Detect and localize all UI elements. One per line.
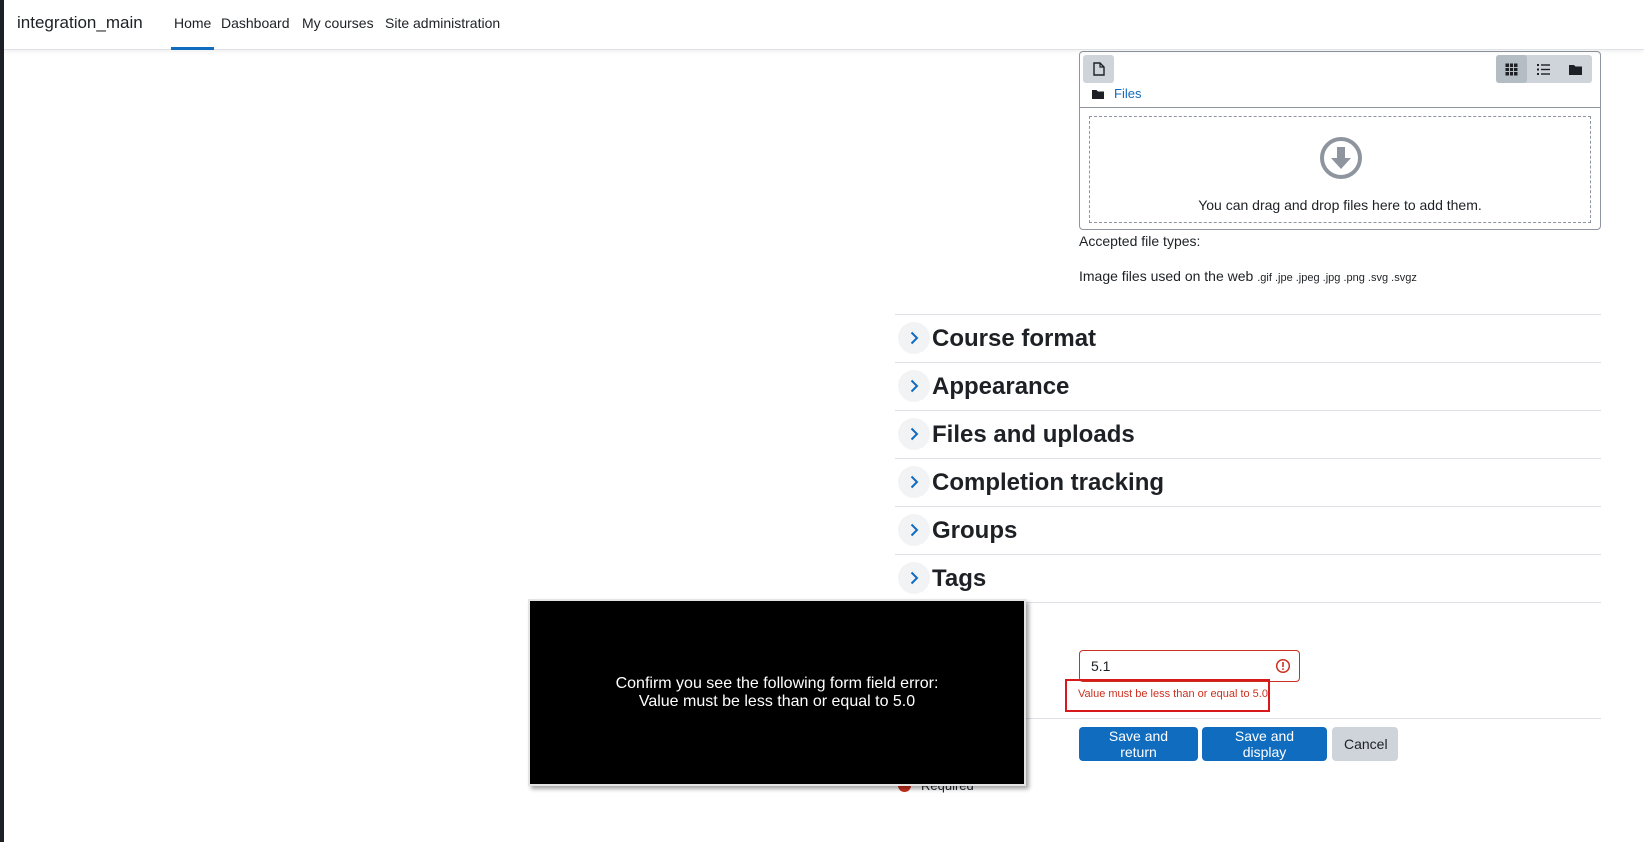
nav-item-site-administration[interactable]: Site administration [385,15,500,50]
custom-field-input[interactable] [1079,650,1300,682]
chevron-right-icon[interactable] [898,322,930,354]
file-icon [1092,62,1105,76]
dropzone-text: You can drag and drop files here to add … [1198,197,1482,213]
chevron-right-icon[interactable] [898,370,930,402]
nav-item-dashboard[interactable]: Dashboard [221,15,290,50]
file-type-extensions: .gif .jpe .jpeg .jpg .png .svg .svgz [1257,272,1417,284]
section-tags[interactable]: Tags [895,554,1601,602]
list-view-icon [1537,63,1550,75]
nav-item-home[interactable]: Home [171,15,215,50]
chevron-right-icon[interactable] [898,562,930,594]
folder-view-button[interactable] [1560,55,1591,83]
download-arrow-icon [1320,137,1362,179]
error-icon [1275,658,1291,674]
section-course-format[interactable]: Course format [895,314,1601,362]
chevron-right-icon[interactable] [898,418,930,450]
cancel-button[interactable]: Cancel [1332,727,1398,761]
section-completion-tracking[interactable]: Completion tracking [895,458,1601,506]
filemanager-toolbar: Files [1080,52,1600,108]
accepted-file-types-label: Accepted file types: [1079,233,1201,249]
section-title[interactable]: Appearance [932,373,1069,401]
section-title[interactable]: Completion tracking [932,469,1164,497]
list-view-button[interactable] [1528,55,1559,83]
nav-item-my-courses[interactable]: My courses [302,15,374,50]
overlay-line-2: Value must be less than or equal to 5.0 [638,692,916,710]
chevron-right-icon[interactable] [898,466,930,498]
overlay-line-1: Confirm you see the following form field… [615,674,939,692]
file-type-name: Image files used on the web [1079,268,1254,284]
section-title[interactable]: Groups [932,517,1017,545]
view-switcher [1496,55,1592,83]
section-files-and-uploads[interactable]: Files and uploads [895,410,1601,458]
save-and-display-button[interactable]: Save and display [1202,727,1327,761]
save-and-return-button[interactable]: Save and return [1079,727,1198,761]
folder-icon [1092,89,1104,99]
section-appearance[interactable]: Appearance [895,362,1601,410]
section-title[interactable]: Files and uploads [932,421,1135,449]
confirmation-overlay: Confirm you see the following form field… [528,599,1026,786]
window-edge [0,0,4,842]
grid-view-button[interactable] [1496,55,1527,83]
accepted-file-types: Image files used on the web .gif .jpe .j… [1079,268,1417,284]
add-file-button[interactable] [1083,55,1114,83]
chevron-right-icon[interactable] [898,514,930,546]
section-groups[interactable]: Groups [895,506,1601,554]
path-files-link[interactable]: Files [1114,86,1141,101]
folder-view-icon [1569,64,1582,75]
section-title[interactable]: Tags [932,565,986,593]
filemanager: Files You can drag and drop files here t… [1079,51,1601,230]
grid-view-icon [1505,62,1518,76]
top-navbar: integration_main Home Dashboard My cours… [4,0,1644,50]
filemanager-path: Files [1092,86,1141,101]
section-title[interactable]: Course format [932,325,1096,353]
file-dropzone[interactable]: You can drag and drop files here to add … [1089,116,1591,223]
field-error-message: Value must be less than or equal to 5.0 [1078,688,1268,700]
site-brand[interactable]: integration_main [17,13,143,33]
